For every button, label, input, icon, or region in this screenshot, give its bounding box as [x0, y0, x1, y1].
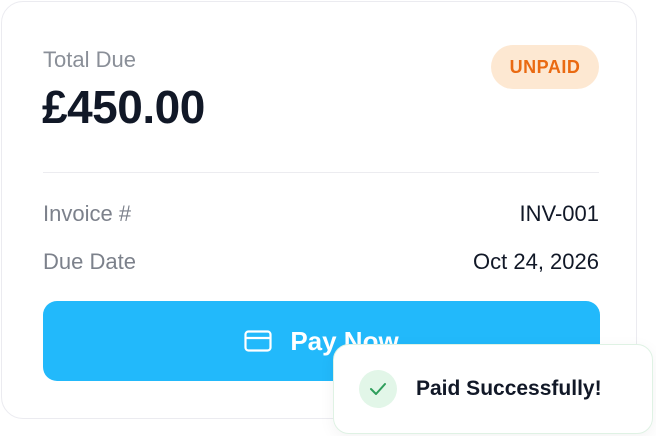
- success-toast: Paid Successfully!: [333, 344, 653, 434]
- invoice-number-label: Invoice #: [43, 201, 132, 226]
- invoice-number-row: Invoice # INV-001: [43, 200, 599, 228]
- invoice-number-value: INV-001: [519, 201, 600, 226]
- due-date-value: Oct 24, 2026: [473, 249, 599, 274]
- credit-card-icon: [244, 330, 272, 352]
- check-icon: [359, 370, 397, 408]
- due-date-label: Due Date: [43, 249, 136, 274]
- divider: [43, 172, 599, 173]
- toast-message: Paid Successfully!: [416, 377, 602, 400]
- status-badge: UNPAID: [491, 45, 599, 89]
- due-date-row: Due Date Oct 24, 2026: [43, 248, 599, 276]
- total-due-label: Total Due: [43, 47, 136, 72]
- total-due-amount: £450.00: [42, 81, 205, 133]
